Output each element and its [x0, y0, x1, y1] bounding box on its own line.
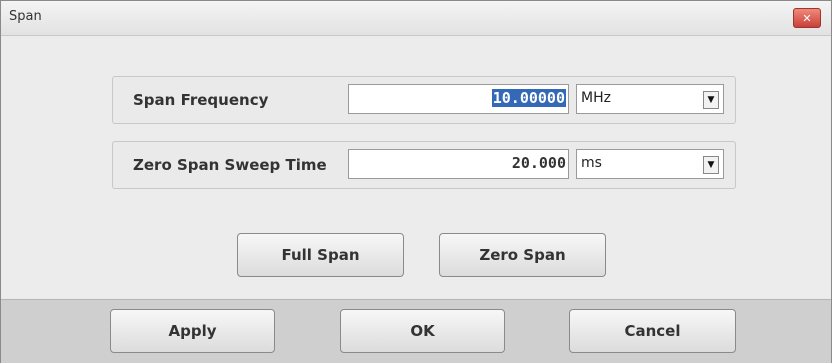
sweep-time-value: 20.000 [511, 154, 566, 172]
span-dialog: Span ✕ Span Frequency 10.00000 MHz ▼ Zer… [0, 0, 832, 363]
sweep-time-label: Zero Span Sweep Time [133, 156, 327, 174]
dialog-content: Span Frequency 10.00000 MHz ▼ Zero Span … [1, 36, 831, 298]
sweep-time-row: Zero Span Sweep Time 20.000 ms ▼ [112, 141, 736, 189]
close-icon: ✕ [802, 11, 812, 25]
close-button[interactable]: ✕ [793, 8, 821, 28]
chevron-down-icon[interactable]: ▼ [703, 91, 719, 109]
apply-button[interactable]: Apply [110, 309, 275, 353]
span-frequency-value: 10.00000 [491, 89, 566, 107]
zero-span-button[interactable]: Zero Span [439, 233, 606, 277]
dialog-footer: Apply OK Cancel [1, 299, 831, 363]
sweep-time-unit: ms [581, 155, 602, 171]
full-span-button[interactable]: Full Span [237, 233, 404, 277]
span-frequency-input[interactable]: 10.00000 [348, 84, 569, 114]
cancel-button[interactable]: Cancel [569, 309, 736, 353]
span-frequency-unit-select[interactable]: MHz ▼ [576, 84, 724, 114]
sweep-time-unit-select[interactable]: ms ▼ [576, 149, 724, 179]
title-bar: Span ✕ [1, 1, 831, 36]
span-frequency-row: Span Frequency 10.00000 MHz ▼ [112, 76, 736, 124]
span-frequency-unit: MHz [581, 90, 611, 106]
chevron-down-icon[interactable]: ▼ [703, 156, 719, 174]
sweep-time-input[interactable]: 20.000 [348, 149, 569, 179]
window-title: Span [9, 9, 42, 24]
ok-button[interactable]: OK [340, 309, 505, 353]
span-frequency-label: Span Frequency [133, 91, 269, 109]
